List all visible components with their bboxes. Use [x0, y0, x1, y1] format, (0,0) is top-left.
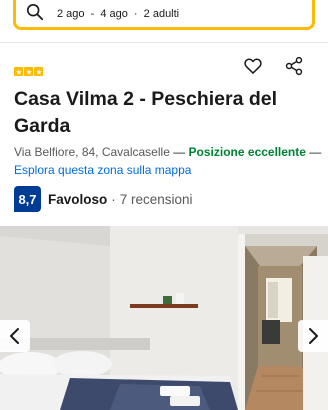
divider: [0, 42, 328, 43]
address-dash: —: [169, 145, 189, 159]
star-icon: [24, 67, 33, 76]
search-dates: 2 ago - 4 ago · 2 adulti: [57, 8, 182, 20]
score-badge: 8,7: [14, 186, 41, 212]
chevron-right-icon: [309, 328, 318, 344]
share-icon[interactable]: [285, 56, 303, 76]
property-photo[interactable]: [0, 226, 328, 410]
review-score[interactable]: 8,7 Favoloso · 7 recensioni: [14, 186, 193, 212]
address-dash: —: [305, 145, 322, 159]
score-separator: ·: [111, 191, 116, 207]
chevron-left-icon: [10, 328, 19, 344]
location-badge: Posizione eccellente: [188, 145, 306, 159]
checkin-date: 2 ago: [57, 8, 85, 20]
property-title: Casa Vilma 2 - Peschiera del Garda: [14, 88, 278, 137]
heart-icon[interactable]: [243, 56, 263, 76]
guests-count: 2 adulti: [143, 8, 180, 20]
score-word: Favoloso: [48, 191, 108, 207]
star-rating: [14, 67, 43, 76]
next-photo-button[interactable]: [298, 320, 328, 352]
star-icon: [34, 67, 43, 76]
property-address: Via Belfiore, 84, Cavalcaselle — Posizio…: [14, 144, 324, 179]
star-icon: [14, 67, 23, 76]
review-count: 7 recensioni: [119, 191, 193, 207]
map-link[interactable]: Esplora questa zona sulla mappa: [14, 163, 191, 177]
previous-photo-button[interactable]: [0, 320, 30, 352]
checkout-date: 4 ago: [100, 8, 128, 20]
address-text: Via Belfiore, 84, Cavalcaselle: [14, 145, 170, 159]
dot-separator: ·: [133, 8, 138, 20]
search-summary[interactable]: 2 ago - 4 ago · 2 adulti: [13, 0, 315, 30]
date-separator: -: [90, 8, 95, 20]
search-icon: [26, 3, 44, 21]
